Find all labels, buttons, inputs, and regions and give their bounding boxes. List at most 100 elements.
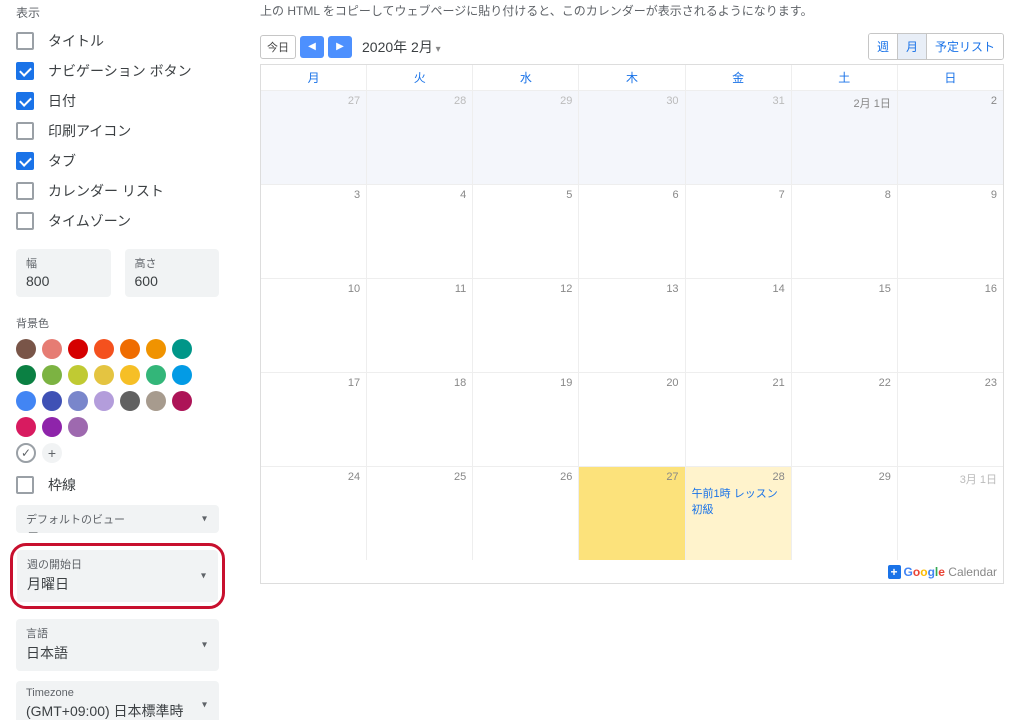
calendar-grid: 月火水木金土日 27282930312月 1日23456789101112131… (260, 64, 1004, 584)
color-swatch[interactable] (16, 339, 36, 359)
color-swatch[interactable] (42, 417, 62, 437)
calendar-day[interactable]: 23 (898, 372, 1003, 466)
calendar-day[interactable]: 16 (898, 278, 1003, 372)
tab-month[interactable]: 月 (898, 34, 927, 59)
color-swatch[interactable] (68, 339, 88, 359)
color-swatch[interactable] (42, 365, 62, 385)
calendar-day[interactable]: 30 (579, 90, 685, 184)
dow-header: 木 (579, 65, 685, 90)
calendar-event[interactable]: 午前1時 レッスン初級 (692, 485, 785, 517)
color-swatch[interactable] (146, 339, 166, 359)
width-field[interactable]: 幅 800 (16, 249, 111, 297)
tab-week[interactable]: 週 (869, 34, 898, 59)
color-swatch[interactable] (120, 339, 140, 359)
color-swatch[interactable] (16, 365, 36, 385)
checkbox-icon (16, 476, 34, 494)
checkbox-2[interactable]: 日付 (16, 91, 219, 111)
next-button[interactable]: ▶ (328, 36, 352, 58)
color-swatch[interactable] (172, 365, 192, 385)
dow-header: 水 (473, 65, 579, 90)
calendar-day[interactable]: 19 (473, 372, 579, 466)
calendar-day[interactable]: 18 (367, 372, 473, 466)
calendar-day[interactable]: 2 (898, 90, 1003, 184)
calendar-day[interactable]: 31 (686, 90, 792, 184)
timezone-dropdown[interactable]: Timezone (GMT+09:00) 日本標準時 (16, 681, 219, 720)
calendar-day[interactable]: 13 (579, 278, 685, 372)
today-button[interactable]: 今日 (260, 35, 296, 59)
calendar-day[interactable]: 3月 1日 (898, 466, 1003, 560)
week-start-dropdown[interactable]: 週の開始日 月曜日 (17, 550, 218, 602)
checkbox-icon (16, 182, 34, 200)
calendar-day[interactable]: 27 (579, 466, 685, 560)
color-swatch[interactable] (68, 391, 88, 411)
calendar-day[interactable]: 27 (261, 90, 367, 184)
color-swatch[interactable] (42, 339, 62, 359)
calendar-day[interactable]: 8 (792, 184, 898, 278)
color-swatch[interactable] (16, 391, 36, 411)
calendar-day[interactable]: 29 (473, 90, 579, 184)
calendar-day[interactable]: 4 (367, 184, 473, 278)
height-field[interactable]: 高さ 600 (125, 249, 220, 297)
calendar-day[interactable]: 24 (261, 466, 367, 560)
checkbox-1[interactable]: ナビゲーション ボタン (16, 61, 219, 81)
prev-button[interactable]: ◀ (300, 36, 324, 58)
calendar-day[interactable]: 9 (898, 184, 1003, 278)
calendar-day[interactable]: 6 (579, 184, 685, 278)
checkbox-6[interactable]: タイムゾーン (16, 211, 219, 231)
color-swatch[interactable] (146, 365, 166, 385)
calendar-day[interactable]: 10 (261, 278, 367, 372)
color-swatch[interactable] (68, 417, 88, 437)
calendar-title[interactable]: 2020年 2月 (362, 37, 441, 57)
calendar-day[interactable]: 20 (579, 372, 685, 466)
border-checkbox[interactable]: 枠線 (16, 475, 219, 495)
calendar-day[interactable]: 11 (367, 278, 473, 372)
calendar-day[interactable]: 21 (686, 372, 792, 466)
checkbox-4[interactable]: タブ (16, 151, 219, 171)
calendar-day[interactable]: 25 (367, 466, 473, 560)
color-swatch[interactable] (172, 339, 192, 359)
display-section-label: 表示 (16, 4, 219, 21)
calendar-day[interactable]: 14 (686, 278, 792, 372)
checkbox-0[interactable]: タイトル (16, 31, 219, 51)
color-swatch[interactable] (94, 365, 114, 385)
calendar-day[interactable]: 2月 1日 (792, 90, 898, 184)
color-swatch[interactable] (68, 365, 88, 385)
color-swatch[interactable] (146, 391, 166, 411)
color-swatch[interactable] (172, 391, 192, 411)
bg-color-label: 背景色 (16, 315, 219, 331)
tab-agenda[interactable]: 予定リスト (927, 34, 1003, 59)
color-swatch[interactable] (120, 365, 140, 385)
calendar-day[interactable]: 28 (367, 90, 473, 184)
calendar-footer: +Google Calendar (261, 560, 1003, 583)
calendar-day[interactable]: 28午前1時 レッスン初級 (686, 466, 792, 560)
calendar-day[interactable]: 3 (261, 184, 367, 278)
color-swatch[interactable] (94, 339, 114, 359)
color-swatch[interactable] (42, 391, 62, 411)
dow-header: 日 (898, 65, 1003, 90)
selected-color-icon[interactable] (16, 443, 36, 463)
dow-header: 月 (261, 65, 367, 90)
add-color-button[interactable]: + (42, 443, 62, 463)
checkbox-icon (16, 92, 34, 110)
calendar-day[interactable]: 26 (473, 466, 579, 560)
calendar-day[interactable]: 7 (686, 184, 792, 278)
language-dropdown[interactable]: 言語 日本語 (16, 619, 219, 671)
checkbox-3[interactable]: 印刷アイコン (16, 121, 219, 141)
checkbox-icon (16, 212, 34, 230)
dow-header: 土 (792, 65, 898, 90)
color-swatch[interactable] (16, 417, 36, 437)
color-swatch[interactable] (94, 391, 114, 411)
content-area: 上の HTML をコピーしてウェブページに貼り付けると、このカレンダーが表示され… (235, 0, 1024, 720)
checkbox-5[interactable]: カレンダー リスト (16, 181, 219, 201)
dow-header: 火 (367, 65, 473, 90)
google-calendar-logo[interactable]: +Google Calendar (888, 565, 997, 579)
checkbox-icon (16, 62, 34, 80)
calendar-day[interactable]: 5 (473, 184, 579, 278)
calendar-day[interactable]: 29 (792, 466, 898, 560)
default-view-dropdown[interactable]: デフォルトのビュー 月 (16, 505, 219, 533)
calendar-day[interactable]: 17 (261, 372, 367, 466)
color-swatch[interactable] (120, 391, 140, 411)
calendar-day[interactable]: 22 (792, 372, 898, 466)
calendar-day[interactable]: 12 (473, 278, 579, 372)
calendar-day[interactable]: 15 (792, 278, 898, 372)
